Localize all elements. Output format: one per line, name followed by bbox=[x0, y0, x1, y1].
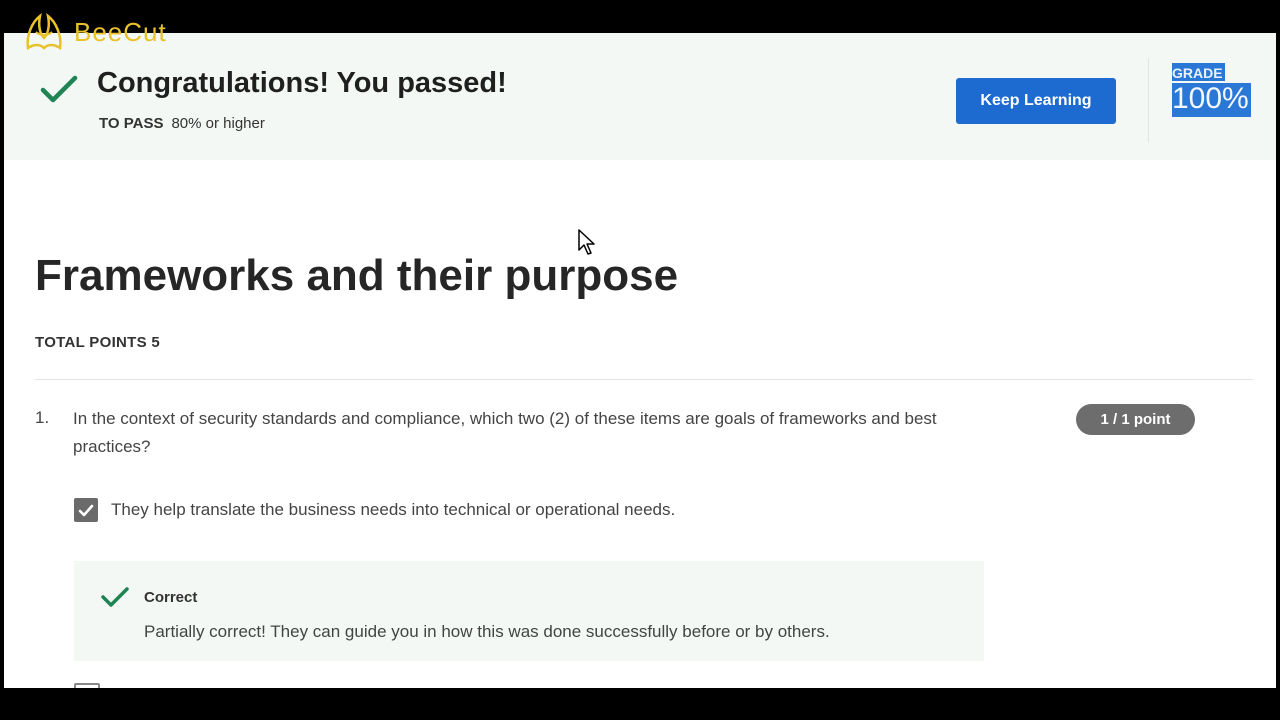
answer-option[interactable]: They help translate the business needs i… bbox=[74, 498, 675, 522]
checkmark-icon bbox=[40, 75, 78, 103]
grade-value: 100% bbox=[1172, 82, 1251, 117]
bee-logo-icon bbox=[26, 13, 62, 51]
option-label: They help translate the business needs i… bbox=[111, 500, 676, 519]
total-points: TOTAL POINTS 5 bbox=[35, 334, 161, 351]
quiz-result-page: Congratulations! You passed! TO PASS 80% … bbox=[4, 33, 1276, 688]
grade-label: GRADE bbox=[1172, 63, 1225, 81]
pass-banner: Congratulations! You passed! TO PASS 80% … bbox=[4, 33, 1276, 160]
feedback-panel: Correct Partially correct! They can guid… bbox=[74, 561, 984, 661]
question-number: 1. bbox=[35, 408, 50, 427]
question-text: In the context of security standards and… bbox=[73, 409, 937, 456]
points-badge: 1 / 1 point bbox=[1076, 404, 1195, 435]
pass-title: Congratulations! You passed! bbox=[97, 67, 507, 99]
section-divider bbox=[35, 379, 1253, 380]
beecut-watermark: BeeCut bbox=[22, 12, 167, 52]
feedback-label: Correct bbox=[144, 589, 198, 606]
feedback-text: Partially correct! They can guide you in… bbox=[144, 622, 830, 641]
page-title: Frameworks and their purpose bbox=[35, 251, 679, 300]
keep-learning-button[interactable]: Keep Learning bbox=[956, 78, 1116, 124]
next-option-checkbox[interactable] bbox=[74, 683, 100, 688]
pass-requirement: TO PASS 80% or higher bbox=[99, 115, 265, 132]
divider bbox=[1148, 58, 1149, 143]
to-pass-value: 80% or higher bbox=[171, 115, 265, 132]
checkmark-icon bbox=[101, 587, 129, 607]
grade-display: GRADE 100% bbox=[1172, 63, 1251, 117]
watermark-text: BeeCut bbox=[74, 16, 167, 47]
to-pass-label: TO PASS bbox=[99, 115, 164, 132]
checkbox-checked-icon[interactable] bbox=[74, 498, 98, 522]
